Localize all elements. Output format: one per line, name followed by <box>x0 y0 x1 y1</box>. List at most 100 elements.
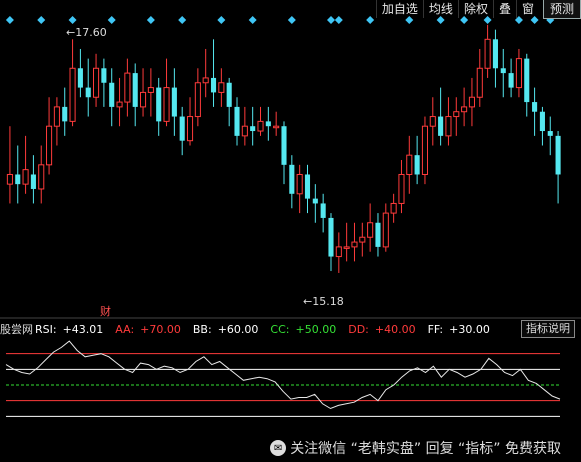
candle-body-up <box>359 236 366 243</box>
legend-bb-value: +60.00 <box>217 322 259 336</box>
candle-body-down <box>226 82 232 107</box>
legend-aa: AA: +70.00 <box>115 323 187 336</box>
candle-body-up <box>186 116 194 142</box>
candle <box>101 58 107 107</box>
candle-body-down <box>532 102 538 112</box>
candle <box>194 68 201 127</box>
candle <box>453 97 460 136</box>
candle-body-up <box>468 96 475 108</box>
signal-diamond <box>5 16 14 24</box>
window-button[interactable]: 窗 <box>515 0 539 18</box>
legend-rsi-value: +43.01 <box>62 322 104 336</box>
candle-body-down <box>101 68 107 83</box>
candle-body-down <box>414 155 420 175</box>
candle-body-up <box>461 106 468 113</box>
candle <box>515 48 522 98</box>
candle-body-up <box>6 173 13 185</box>
candle-body-up <box>351 241 358 248</box>
candle <box>265 106 271 141</box>
candle <box>93 53 100 107</box>
candle-body-up <box>163 87 170 122</box>
candle-body-down <box>328 217 334 257</box>
candle <box>163 58 170 127</box>
candle-body-up <box>343 246 350 249</box>
candle-body-up <box>53 106 60 127</box>
candlestick-series <box>6 24 561 273</box>
signal-diamond <box>326 16 335 24</box>
candle <box>186 97 194 146</box>
candle <box>406 135 413 194</box>
candle-body-up <box>406 154 413 175</box>
signal-diamond <box>248 16 257 24</box>
candle <box>532 87 538 136</box>
legend-rsi: RSI: +43.01 <box>35 323 109 336</box>
candle-body-down <box>555 135 561 175</box>
candle-body-down <box>524 58 530 103</box>
candle <box>62 87 68 136</box>
candle <box>210 39 217 107</box>
candle-body-down <box>109 82 115 107</box>
candle <box>476 48 483 107</box>
candle <box>304 164 311 214</box>
candle <box>22 135 29 194</box>
candle-body-down <box>77 68 83 88</box>
signal-diamond <box>366 16 375 24</box>
candle <box>234 97 240 146</box>
signal-diamond <box>178 16 187 24</box>
legend-cc: CC: +50.00 <box>270 323 342 336</box>
candle <box>414 135 420 185</box>
candle-body-up <box>445 116 452 137</box>
candle-body-down <box>234 106 240 136</box>
legend-bb: BB: +60.00 <box>193 323 265 336</box>
candle-body-up <box>273 125 280 129</box>
candle-body-down <box>30 174 36 189</box>
candle <box>500 48 506 98</box>
signal-diamond <box>37 16 46 24</box>
candle-body-up <box>116 101 123 108</box>
candle-body-down <box>15 174 21 185</box>
moving-average-button[interactable]: 均线 <box>422 0 458 18</box>
candle <box>109 68 115 127</box>
rsi-line <box>5 340 561 410</box>
candle-body-up <box>429 116 436 127</box>
candle <box>320 193 326 233</box>
candle <box>77 48 83 98</box>
candle-body-up <box>382 212 389 248</box>
candle-body-down <box>132 73 138 107</box>
candle <box>296 164 303 214</box>
candle <box>171 68 177 136</box>
candle <box>539 106 545 146</box>
candle <box>335 232 342 273</box>
candle-body-down <box>320 203 326 218</box>
ex-rights-button[interactable]: 除权 <box>457 0 493 18</box>
signal-diamond <box>217 16 226 24</box>
forecast-button[interactable]: 预测 <box>542 0 581 19</box>
candle-body-down <box>156 87 162 122</box>
candle <box>398 160 405 214</box>
overlay-button[interactable]: 叠 <box>492 0 516 18</box>
candle <box>132 63 138 127</box>
low-price-value: 15.18 <box>312 295 344 308</box>
candle-body-up <box>147 87 154 93</box>
candle-body-up <box>257 120 264 132</box>
candle-body-up <box>390 202 397 214</box>
legend-cc-label: CC: <box>270 322 290 336</box>
candle <box>508 58 514 98</box>
candle <box>218 68 225 107</box>
indicator-help-button[interactable]: 指标说明 <box>521 320 575 338</box>
candle-body-down <box>85 87 91 98</box>
candle-body-down <box>492 39 498 69</box>
candle <box>156 77 162 136</box>
candle <box>46 97 53 175</box>
candle <box>179 106 185 156</box>
legend-ff-label: FF: <box>427 322 444 336</box>
candle-body-up <box>46 125 53 166</box>
legend-dd: DD: +40.00 <box>348 323 421 336</box>
add-watchlist-button[interactable]: 加自选 <box>375 0 423 18</box>
candle-body-up <box>202 77 209 84</box>
high-price-value: 17.60 <box>75 26 107 39</box>
candle <box>226 77 232 127</box>
candle <box>359 222 366 257</box>
signal-diamond <box>287 16 296 24</box>
candle-body-down <box>312 198 318 204</box>
